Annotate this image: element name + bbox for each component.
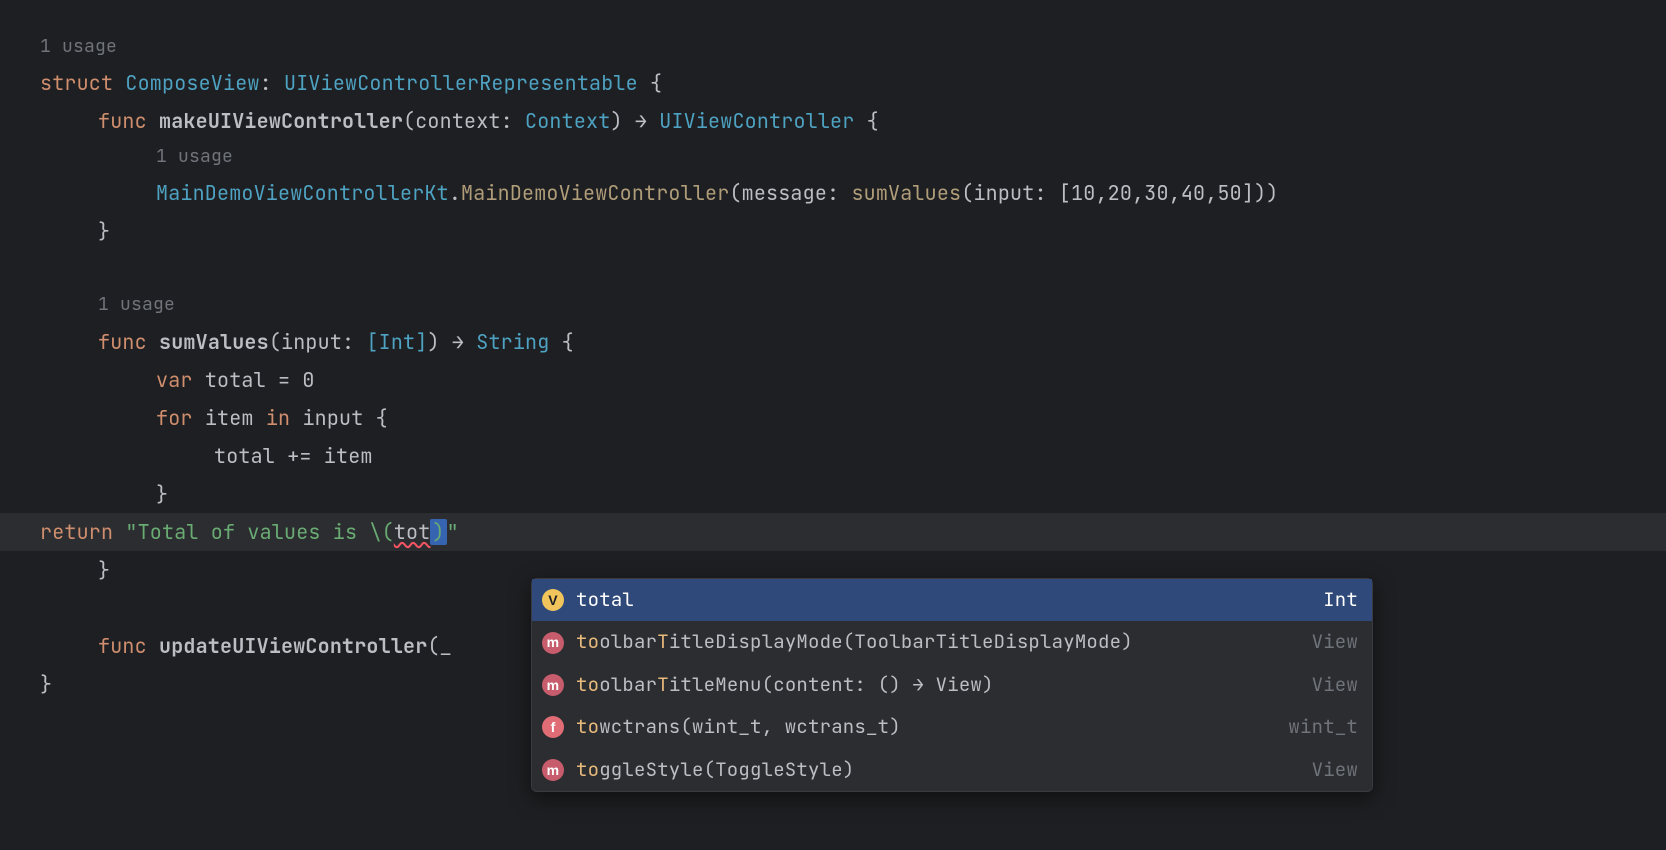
identifier: item xyxy=(205,405,254,431)
caret: ) xyxy=(430,519,446,545)
func-name: sumValues xyxy=(159,329,269,355)
type-name: UIViewController xyxy=(659,108,854,134)
completion-popup[interactable]: V total Int m toolbarTitleDisplayMode(To… xyxy=(531,578,1373,792)
code-line-active[interactable]: return "Total of values is \(tot)" xyxy=(0,513,1666,551)
identifier: input xyxy=(302,405,363,431)
keyword-func: func xyxy=(98,108,147,134)
type-name: [Int] xyxy=(366,329,427,355)
type-name: UIViewControllerRepresentable xyxy=(284,70,638,96)
func-name: makeUIViewController xyxy=(159,108,403,134)
type-name: ComposeView xyxy=(125,70,259,96)
completion-label: towctrans(wint_t, wctrans_t) xyxy=(576,712,1268,742)
string-literal: " xyxy=(447,519,459,545)
keyword-return: return xyxy=(40,519,113,545)
completion-label: toolbarTitleMenu(content: () → View) xyxy=(576,670,1292,700)
code-text: (_ xyxy=(427,633,451,659)
param-name: input xyxy=(281,329,342,355)
completion-item[interactable]: f towctrans(wint_t, wctrans_t) wint_t xyxy=(532,706,1372,748)
code-line[interactable]: MainDemoViewControllerKt.MainDemoViewCon… xyxy=(40,174,1626,212)
completion-type: wint_t xyxy=(1288,712,1358,742)
function-icon: f xyxy=(542,716,564,738)
keyword-func: func xyxy=(98,633,147,659)
code-line[interactable]: func makeUIViewController(context: Conte… xyxy=(40,102,1626,140)
param-name: context xyxy=(415,108,500,134)
error-token[interactable]: tot xyxy=(394,519,431,545)
code-editor[interactable]: 1 usage struct ComposeView: UIViewContro… xyxy=(0,0,1666,850)
code-line[interactable]: var total = 0 xyxy=(40,361,1626,399)
keyword-func: func xyxy=(98,329,147,355)
completion-type: View xyxy=(1312,627,1358,657)
statement: total += item xyxy=(214,443,373,469)
completion-item[interactable]: V total Int xyxy=(532,579,1372,621)
identifier: total xyxy=(205,367,266,393)
usage-hint: 1 usage xyxy=(40,30,1626,64)
string-literal: "Total of values is \( xyxy=(125,519,393,545)
func-name: updateUIViewController xyxy=(159,633,427,659)
variable-icon: V xyxy=(542,589,564,611)
method-icon: m xyxy=(542,759,564,781)
type-name: MainDemoViewControllerKt xyxy=(156,180,449,206)
completion-label: toggleStyle(ToggleStyle) xyxy=(576,755,1292,785)
code-line[interactable]: total += item xyxy=(40,437,1626,475)
arg-label: message xyxy=(742,180,827,206)
keyword-var: var xyxy=(156,367,193,393)
member-call: sumValues xyxy=(851,180,961,206)
code-line[interactable]: } xyxy=(40,212,1626,250)
member-call: MainDemoViewController xyxy=(461,180,729,206)
array-literal: [10,20,30,40,50] xyxy=(1059,180,1254,206)
completion-type: View xyxy=(1312,755,1358,785)
completion-type: Int xyxy=(1323,585,1358,615)
blank-line xyxy=(40,250,1626,288)
code-line[interactable]: func sumValues(input: [Int]) → String { xyxy=(40,323,1626,361)
completion-type: View xyxy=(1312,670,1358,700)
completion-label: toolbarTitleDisplayMode(ToolbarTitleDisp… xyxy=(576,627,1292,657)
completion-item[interactable]: m toolbarTitleDisplayMode(ToolbarTitleDi… xyxy=(532,621,1372,663)
completion-label: total xyxy=(576,585,1303,615)
type-name: String xyxy=(476,329,549,355)
usage-hint: 1 usage xyxy=(40,140,1626,174)
completion-item[interactable]: m toolbarTitleMenu(content: () → View) V… xyxy=(532,664,1372,706)
keyword-struct: struct xyxy=(40,70,113,96)
code-line[interactable]: } xyxy=(40,475,1626,513)
usage-hint: 1 usage xyxy=(40,288,1626,322)
code-line[interactable]: struct ComposeView: UIViewControllerRepr… xyxy=(40,64,1626,102)
literal: = 0 xyxy=(278,367,315,393)
method-icon: m xyxy=(542,674,564,696)
keyword-in: in xyxy=(266,405,290,431)
code-line[interactable]: for item in input { xyxy=(40,399,1626,437)
keyword-for: for xyxy=(156,405,193,431)
completion-item[interactable]: m toggleStyle(ToggleStyle) View xyxy=(532,749,1372,791)
method-icon: m xyxy=(542,632,564,654)
type-name: Context xyxy=(525,108,610,134)
arg-label: input xyxy=(973,180,1034,206)
